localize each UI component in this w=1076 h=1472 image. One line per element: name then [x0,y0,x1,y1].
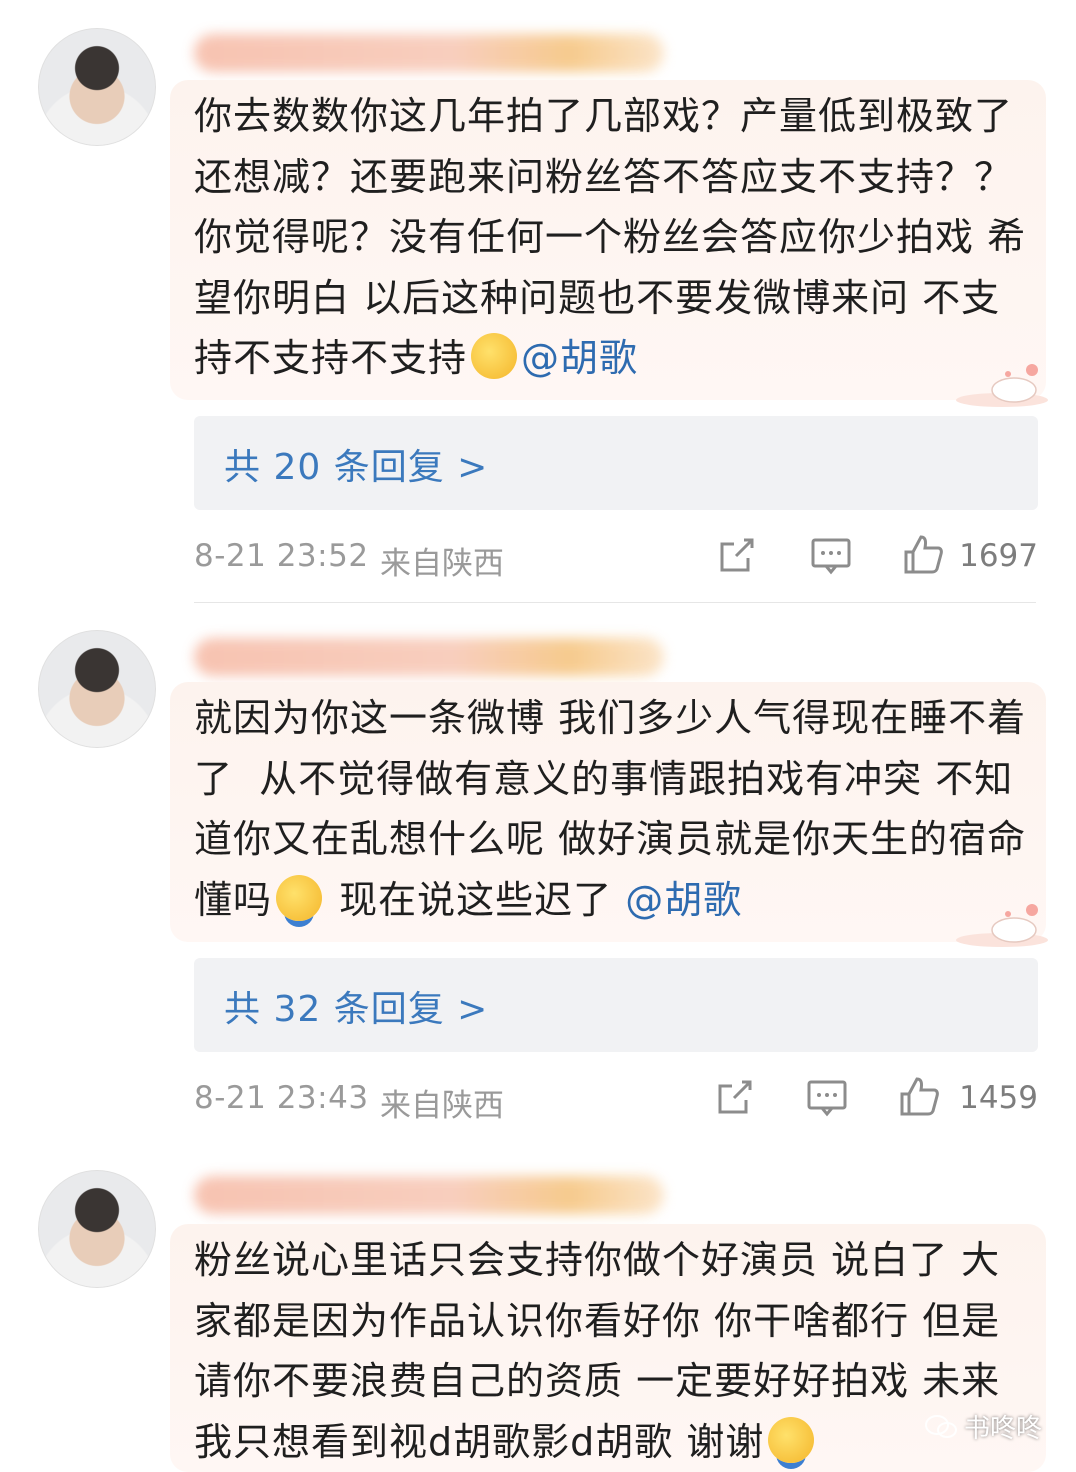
comment-icon[interactable] [804,1074,850,1120]
location: 来自陕西 [380,546,504,582]
watermark: 书咚咚 [924,1408,1042,1445]
like-icon[interactable] [896,1074,942,1120]
replies-box[interactable]: 共 20 条回复 > [194,416,1038,510]
like-count: 1459 [959,1080,1038,1116]
watermark-text: 书咚咚 [963,1414,1042,1444]
share-icon[interactable] [712,1074,758,1120]
timestamp: 8-21 23:52 [194,538,369,574]
avatar[interactable] [38,28,156,146]
cat-sticker-icon [956,364,1048,407]
comment-text: 你去数数你这几年拍了几部戏？产量低到极致了还想减？还要跑来问粉丝答不答应支不支持… [194,86,1034,389]
username-blurred[interactable] [194,34,664,72]
mention-link[interactable]: @胡歌 [625,878,742,922]
username-blurred[interactable] [194,638,664,676]
wechat-icon [924,1414,957,1438]
view-replies-link[interactable]: 共 32 条回复 > [224,980,488,1032]
crying-face-emoji [276,874,323,921]
shushing-face-emoji [471,333,518,379]
comment-meta: 8-21 23:43 来自陕西 1459 [194,1070,1038,1130]
comment-body: 粉丝说心里话只会支持你做个好演员 说白了 大家都是因为作品认识你看好你 你干啥都… [194,1238,1001,1464]
cat-sticker-icon [956,904,1048,947]
username-blurred[interactable] [194,1176,664,1214]
view-replies-link[interactable]: 共 20 条回复 > [224,438,488,490]
comment-body-tail: 现在说这些迟了 [326,877,613,922]
avatar[interactable] [38,1170,156,1288]
location: 来自陕西 [380,1088,504,1124]
like-count: 1697 [959,538,1038,574]
crying-face-emoji [768,1416,815,1463]
comment-icon[interactable] [808,532,854,578]
share-icon[interactable] [714,532,760,578]
avatar[interactable] [38,630,156,748]
comment-text: 粉丝说心里话只会支持你做个好演员 说白了 大家都是因为作品认识你看好你 你干啥都… [194,1230,1034,1472]
mention-link[interactable]: @胡歌 [521,336,638,380]
divider [194,602,1036,603]
like-icon[interactable] [900,532,946,578]
comment-text: 就因为你这一条微博 我们多少人气得现在睡不着了 从不觉得做有意义的事情跟拍戏有冲… [194,688,1034,930]
timestamp: 8-21 23:43 [194,1080,369,1116]
replies-box[interactable]: 共 32 条回复 > [194,958,1038,1052]
comment-meta: 8-21 23:52 来自陕西 1697 [194,528,1038,588]
